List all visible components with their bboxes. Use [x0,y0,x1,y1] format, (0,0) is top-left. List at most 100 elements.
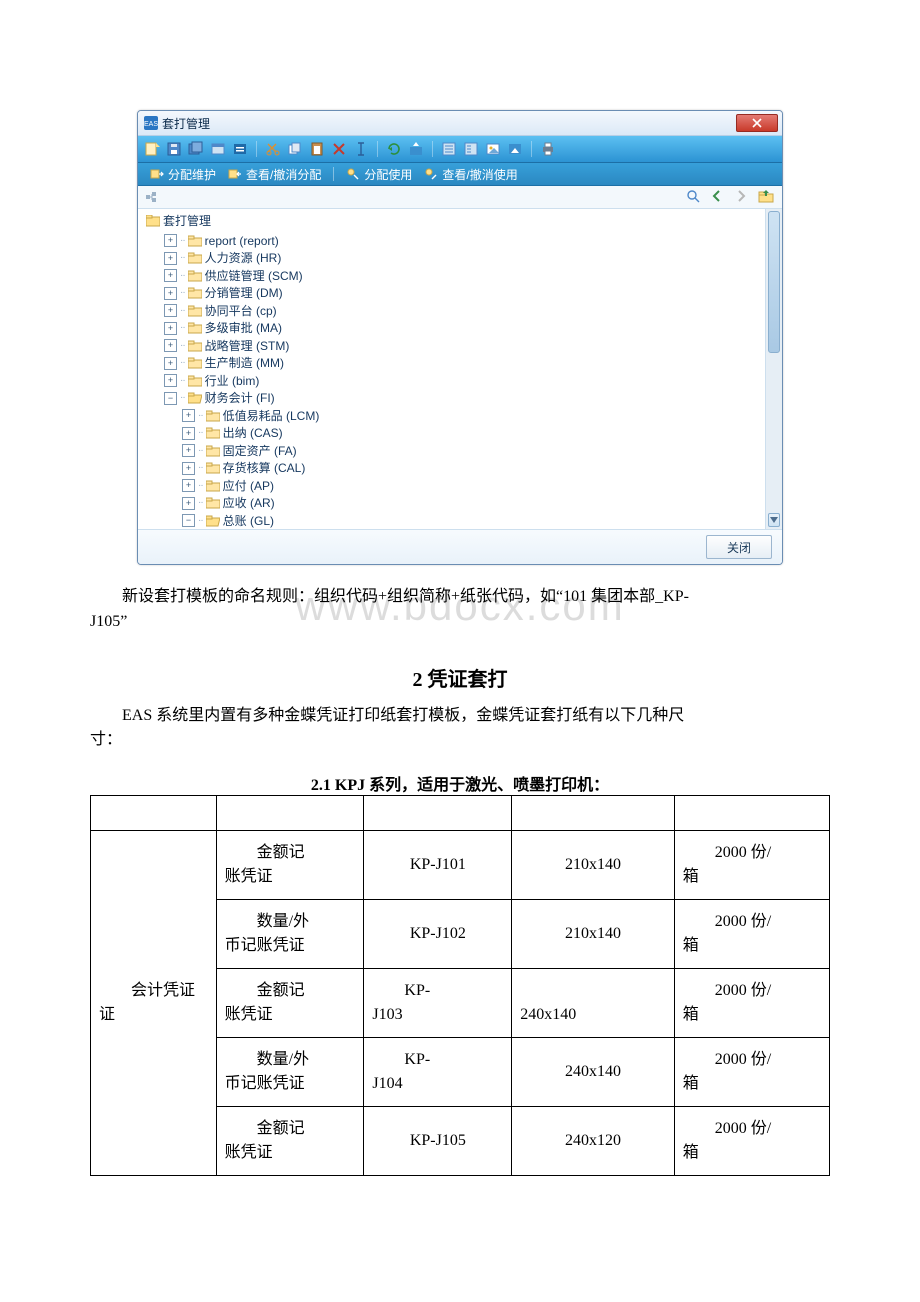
expand-icon[interactable]: + [164,374,177,387]
section-heading: 2 凭证套打 [90,663,830,692]
print-icon[interactable] [540,141,556,157]
tree-node[interactable]: +··低值易耗品 (LCM) [182,406,763,424]
tree-node[interactable]: +··report (report) [164,231,763,249]
cell-text: 240x140 [520,1003,666,1027]
delete-icon[interactable] [331,141,347,157]
tree-node[interactable]: +··分销管理 (DM) [164,284,763,302]
cell-text: 240x140 [565,1063,621,1080]
subsection-heading: 2.1 KPJ 系列，适用于激光、喷墨打印机： [90,771,830,795]
expand-icon[interactable]: + [164,269,177,282]
copy-icon[interactable] [287,141,303,157]
qty-cell: 2000 份/ 箱 [674,969,829,1038]
tree-root-node[interactable]: 套打管理 +··report (report) +··人力资源 (HR) +··… [146,213,763,529]
close-button[interactable]: 关闭 [706,535,772,559]
expand-icon[interactable]: + [182,479,195,492]
tree-node-voucher[interactable]: −··凭证 (Voucher) ····凭证 (Voucher.bos-quer… [200,529,763,530]
action-separator [333,167,334,181]
expand-icon[interactable]: + [164,304,177,317]
expand-icon[interactable]: + [182,497,195,510]
tree-node[interactable]: +··供应链管理 (SCM) [164,266,763,284]
nav-back-icon[interactable] [710,189,724,206]
tree-node[interactable]: +··多级审批 (MA) [164,319,763,337]
action-assign-use[interactable]: 分配使用 [342,166,416,183]
expand-icon[interactable]: + [164,357,177,370]
save-icon[interactable] [166,141,182,157]
qty-cell: 2000 份/ 箱 [674,831,829,900]
cell-text: 账凭证 [225,865,356,889]
tree-node[interactable]: +··应收 (AR) [182,494,763,512]
img2-icon[interactable] [507,141,523,157]
page1-icon[interactable] [210,141,226,157]
folder-icon [188,340,202,352]
name-cell: 数量/外 币记账凭证 [216,1038,364,1107]
expand-icon[interactable]: + [164,287,177,300]
collapse-icon[interactable]: − [164,392,177,405]
nav-forward-icon[interactable] [734,189,748,206]
tree-node[interactable]: +··协同平台 (cp) [164,301,763,319]
tree-node-gl[interactable]: −··总账 (GL) −··凭证 (Voucher) ····凭证 (Vouch… [182,511,763,529]
window-close-button[interactable] [736,114,778,132]
expand-icon[interactable]: + [182,409,195,422]
new-icon[interactable] [144,141,160,157]
tree-node-fi[interactable]: −··财务会计 (FI) +··低值易耗品 (LCM) +··出纳 (CAS) … [164,389,763,530]
folder-icon [206,497,220,509]
expand-icon[interactable]: + [182,444,195,457]
tree-node[interactable]: +··行业 (bim) [164,371,763,389]
img1-icon[interactable] [485,141,501,157]
refresh-icon[interactable] [386,141,402,157]
tree-node-label: 套打管理 [163,213,211,229]
folder-icon [206,480,220,492]
tree-node-label: 协同平台 (cp) [205,303,277,319]
cell-text: 币记账凭证 [225,934,356,958]
rename-icon[interactable] [353,141,369,157]
collapse-icon[interactable]: − [182,514,195,527]
cell-text: 证 [99,1003,208,1027]
tree-panel: 套打管理 +··report (report) +··人力资源 (HR) +··… [138,209,782,529]
tree-node-label: 分销管理 (DM) [205,285,283,301]
scroll-down-button[interactable] [768,513,780,527]
saveas-icon[interactable] [188,141,204,157]
scrollbar-thumb[interactable] [768,211,780,353]
tree-view[interactable]: 套打管理 +··report (report) +··人力资源 (HR) +··… [138,209,765,529]
app-window: EAS 套打管理 [137,110,783,565]
folder-icon [188,305,202,317]
use-view-icon [424,167,438,181]
tree-node[interactable]: +··生产制造 (MM) [164,354,763,372]
tree-node[interactable]: +··固定资产 (FA) [182,441,763,459]
page2-icon[interactable] [232,141,248,157]
cut-icon[interactable] [265,141,281,157]
action-view-cancel-use[interactable]: 查看/撤消使用 [420,166,521,183]
toolbar-separator [377,141,378,157]
window-title: 套打管理 [162,115,210,132]
nav-up-icon[interactable] [758,189,774,206]
cell-text: 金额记 [225,841,356,865]
tree-node[interactable]: +··人力资源 (HR) [164,249,763,267]
list2-icon[interactable] [463,141,479,157]
tree-node[interactable]: +··出纳 (CAS) [182,424,763,442]
folder-icon [188,270,202,282]
tree-node[interactable]: +··战略管理 (STM) [164,336,763,354]
folder-icon [188,357,202,369]
expand-icon[interactable]: + [182,427,195,440]
vertical-scrollbar[interactable] [765,209,782,529]
cell-text: 箱 [683,865,821,889]
expand-icon[interactable]: + [182,462,195,475]
action-assign-maintain[interactable]: 分配维护 [146,166,220,183]
tree-node[interactable]: +··存货核算 (CAL) [182,459,763,477]
expand-icon[interactable]: + [164,252,177,265]
expand-icon[interactable]: + [164,339,177,352]
cell-text: 币记账凭证 [225,1072,356,1096]
paste-icon[interactable] [309,141,325,157]
export-icon[interactable] [408,141,424,157]
cell-text: 2000 份/ [683,1048,821,1072]
cell-text: 金额记 [225,979,356,1003]
expand-icon[interactable]: + [164,234,177,247]
cell-text: J104 [372,1072,503,1096]
button-label: 关闭 [727,539,751,556]
action-view-cancel-assign[interactable]: 查看/撤消分配 [224,166,325,183]
expand-icon[interactable]: + [164,322,177,335]
tree-node[interactable]: +··应付 (AP) [182,476,763,494]
search-icon[interactable] [686,189,700,206]
tree-collapse-icon[interactable] [146,191,158,203]
list1-icon[interactable] [441,141,457,157]
